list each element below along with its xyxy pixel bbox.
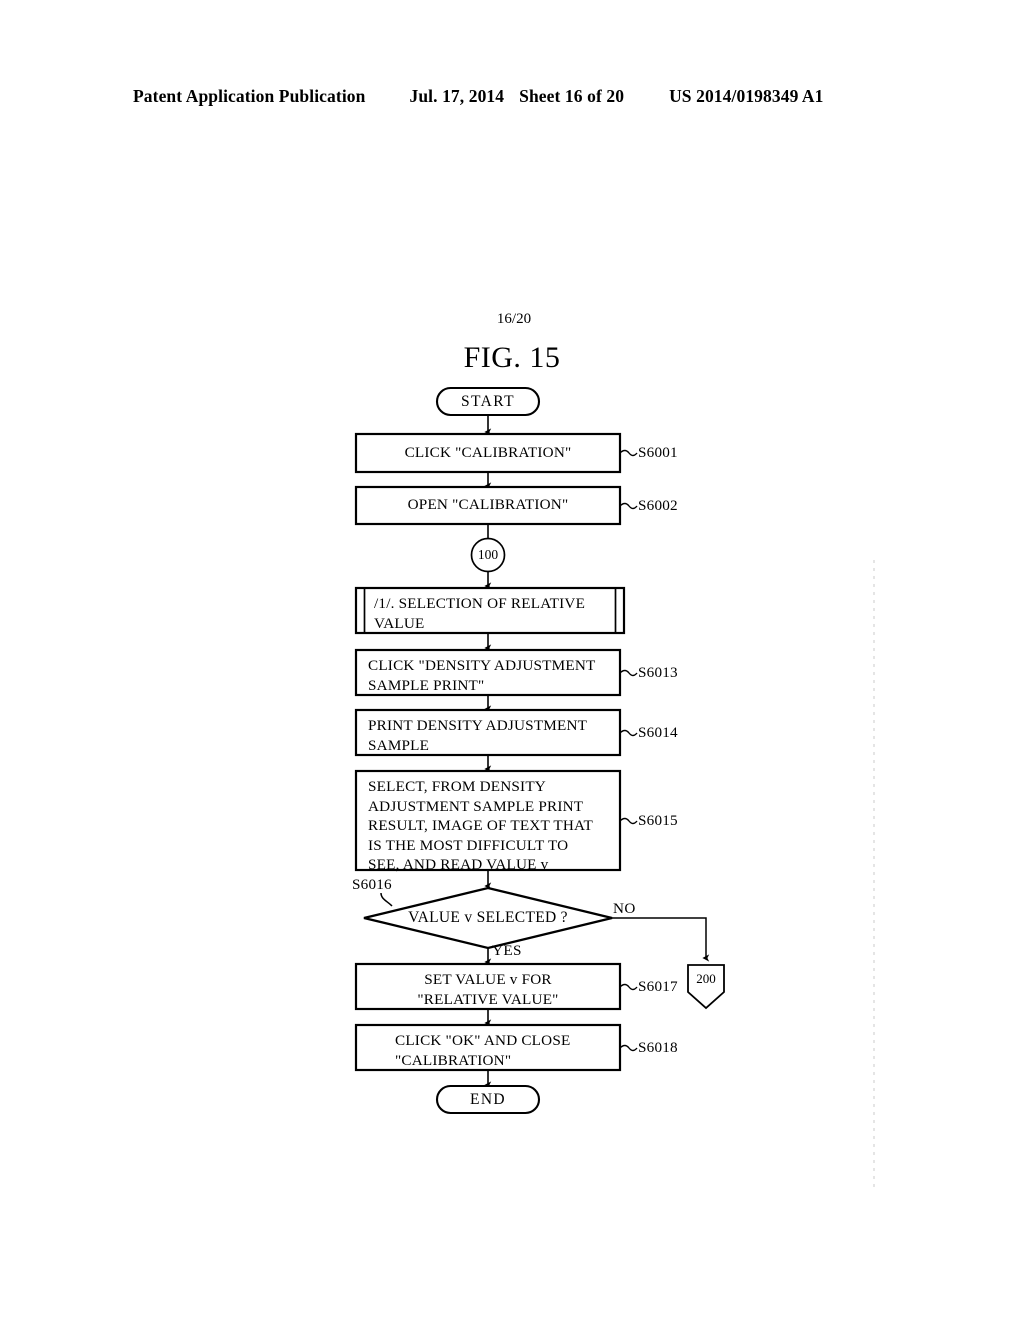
decision-text-s6016: VALUE v SELECTED ? — [408, 909, 568, 926]
step-text-s6002: OPEN "CALIBRATION" — [407, 496, 569, 513]
step-text-s6018: CLICK "OK" AND CLOSE "CALIBRATION" — [395, 1032, 571, 1069]
step-text-s6017: SET VALUE v FOR "RELATIVE VALUE" — [417, 971, 559, 1008]
connector-200-label: 200 — [696, 971, 716, 986]
step-id-s6018: S6018 — [638, 1039, 678, 1056]
branch-label-no: NO — [613, 900, 636, 917]
step-text-predefined-process: /1/. SELECTION OF RELATIVE VALUE — [374, 595, 586, 632]
step-text-s6014: PRINT DENSITY ADJUSTMENT SAMPLE — [368, 717, 588, 754]
step-text-s6013: CLICK "DENSITY ADJUSTMENT SAMPLE PRINT" — [368, 657, 596, 694]
step-id-s6017: S6017 — [638, 978, 678, 995]
end-terminator-label: END — [469, 1091, 507, 1108]
connector-100-label: 100 — [477, 547, 499, 562]
step-text-s6015: SELECT, FROM DENSITY ADJUSTMENT SAMPLE P… — [368, 778, 594, 873]
step-label-s6016: S6016 — [352, 876, 392, 893]
step-id-s6015: S6015 — [638, 812, 678, 829]
step-id-s6001: S6001 — [638, 444, 678, 461]
step-id-s6014: S6014 — [638, 724, 678, 741]
start-terminator-label: START — [461, 393, 515, 410]
branch-label-yes: YES — [492, 942, 522, 959]
step-id-s6013: S6013 — [638, 664, 678, 681]
step-id-s6002: S6002 — [638, 497, 678, 514]
step-text-s6001: CLICK "CALIBRATION" — [404, 444, 572, 461]
flowchart-figure: START CLICK "CALIBRATION" OPEN "CALIBRAT… — [0, 0, 1024, 1320]
